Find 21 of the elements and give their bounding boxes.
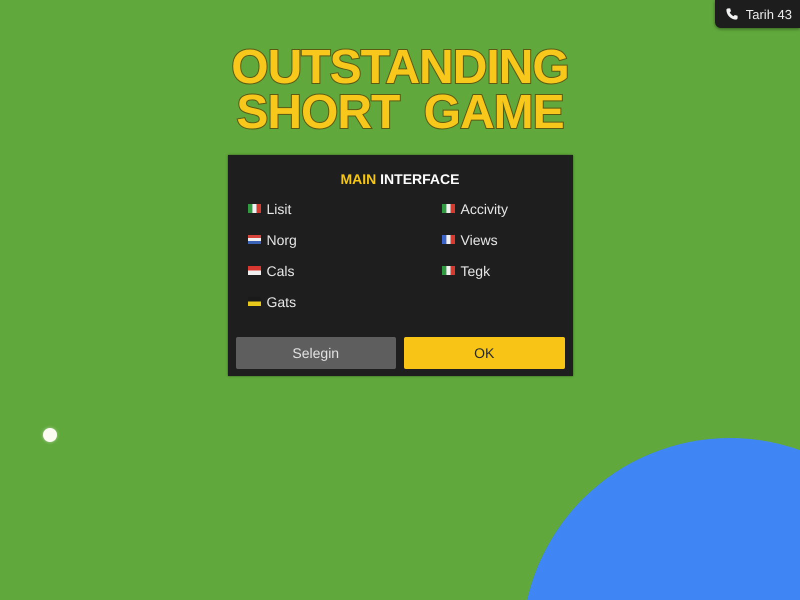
menu-item-label[interactable]: Gats bbox=[266, 292, 296, 310]
phone-icon bbox=[726, 8, 738, 20]
game-title: OUTSTANDING SHORT GAME bbox=[230, 45, 570, 135]
flag-icon bbox=[442, 204, 454, 213]
ok-button[interactable]: OK bbox=[404, 337, 564, 369]
menu-item-label[interactable]: Cals bbox=[266, 262, 295, 280]
menu-item-label[interactable]: Lisit bbox=[266, 200, 292, 218]
menu-item-label[interactable]: Views bbox=[460, 230, 498, 248]
badge-text: Tarih 43 bbox=[746, 6, 792, 22]
dot-icon bbox=[43, 428, 57, 442]
secondary-button[interactable]: Selegin bbox=[236, 337, 396, 369]
flag-icon bbox=[442, 266, 454, 275]
menu-item-label[interactable]: Norg bbox=[266, 230, 297, 248]
heading-text: INTERFACE bbox=[380, 171, 460, 187]
flag-icon bbox=[442, 235, 454, 244]
menu-item-label[interactable]: Tegk bbox=[460, 262, 490, 280]
flag-icon bbox=[248, 235, 260, 244]
flag-icon bbox=[248, 204, 260, 213]
menu-item-label[interactable]: Accivity bbox=[460, 200, 508, 218]
flag-icon bbox=[248, 266, 260, 275]
heading-highlight: MAIN bbox=[340, 171, 376, 187]
